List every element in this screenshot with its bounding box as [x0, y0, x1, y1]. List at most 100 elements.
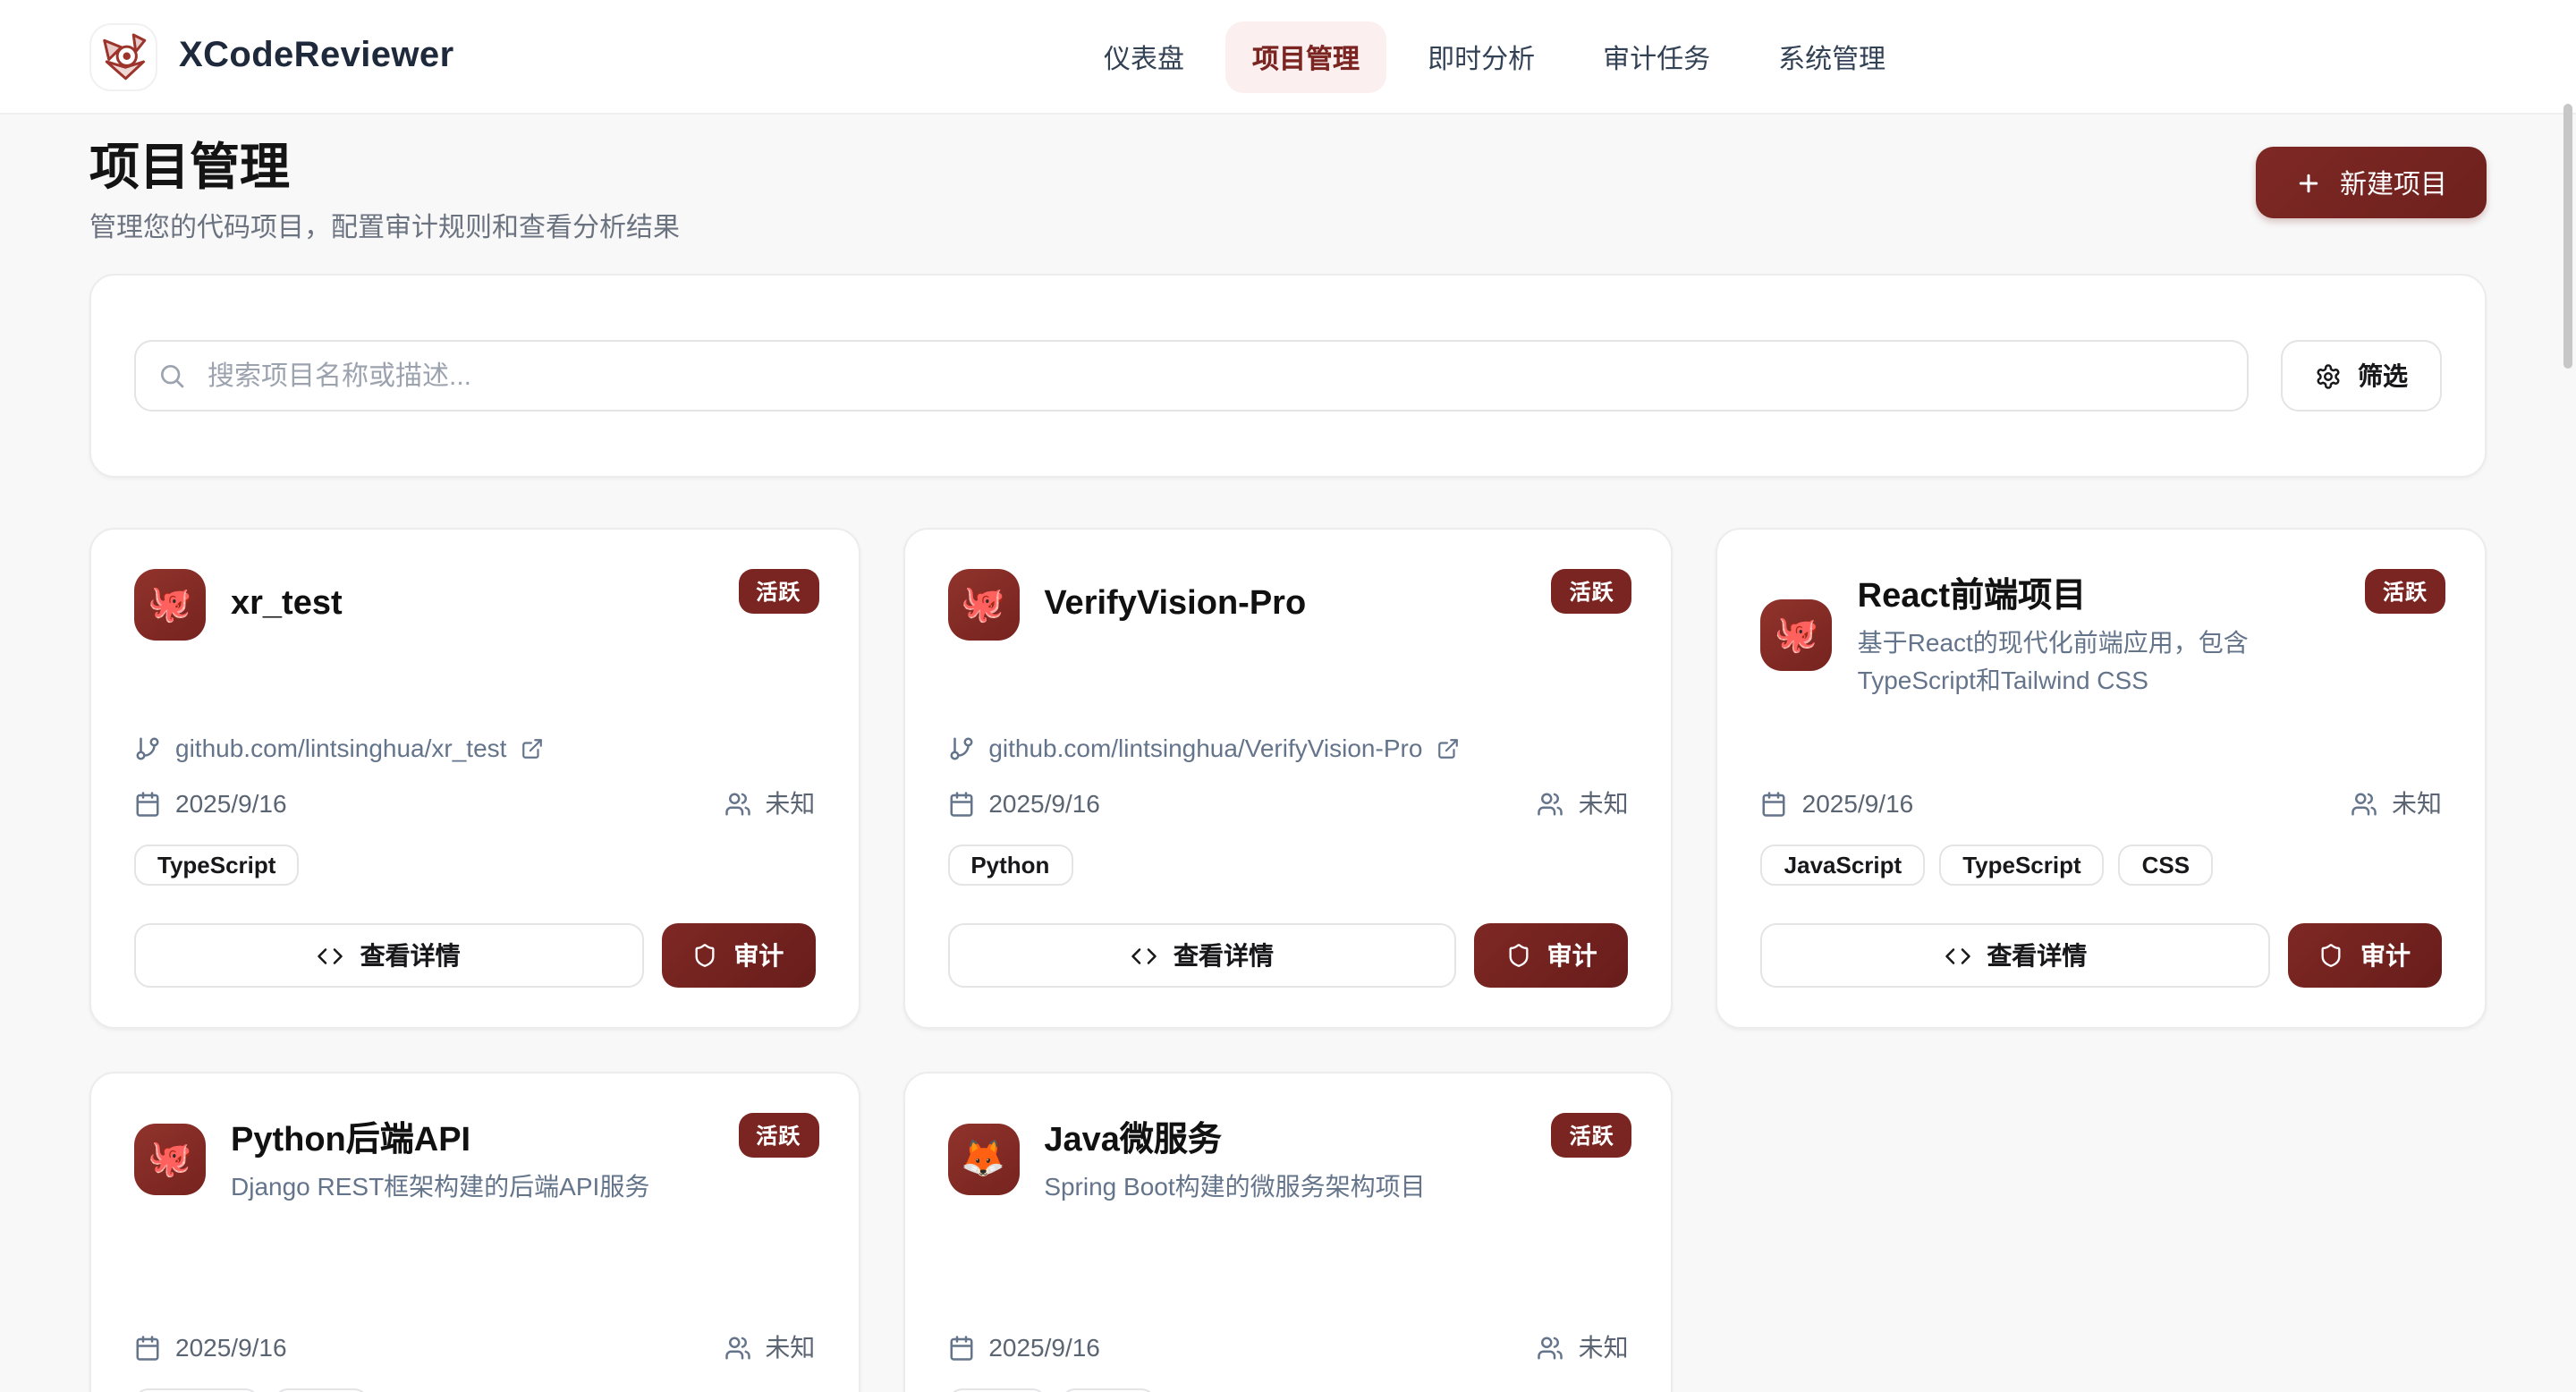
project-grid: 活跃 🐙 xr_test github.com/lintsinghua/xr_t… — [89, 528, 2487, 1392]
project-meta: 2025/9/16 未知 — [947, 1329, 1628, 1365]
language-tag: CSS — [2119, 845, 2213, 886]
project-meta: 2025/9/16 未知 — [134, 1329, 815, 1365]
project-meta: 2025/9/16 未知 — [134, 785, 815, 821]
status-badge: 活跃 — [1552, 1113, 1632, 1158]
sketch-fox-logo-icon — [97, 30, 150, 83]
status-badge: 活跃 — [1552, 569, 1632, 614]
external-link-icon — [521, 736, 544, 760]
tags-row: Java XML — [947, 1388, 1628, 1392]
project-title: VerifyVision-Pro — [1044, 585, 1306, 624]
project-date: 2025/9/16 — [175, 789, 287, 818]
calendar-icon — [134, 1334, 161, 1361]
users-icon — [1538, 1334, 1564, 1361]
language-tag: Python — [134, 1388, 259, 1392]
repo-link[interactable]: github.com/lintsinghua/VerifyVision-Pro — [947, 734, 1628, 762]
users-icon — [724, 1334, 750, 1361]
project-members: 未知 — [765, 1329, 815, 1365]
users-icon — [1538, 790, 1564, 817]
audit-button[interactable]: 审计 — [661, 923, 815, 988]
project-title: React前端项目 — [1858, 569, 2338, 617]
tags-row: JavaScript TypeScript CSS — [1761, 845, 2442, 886]
search-filter-panel: 筛选 — [89, 274, 2487, 478]
app-screen: XCodeReviewer 仪表盘 项目管理 即时分析 审计任务 系统管理 项目… — [0, 0, 2576, 1392]
code-icon — [318, 942, 344, 969]
git-branch-icon — [134, 734, 161, 761]
calendar-icon — [1761, 790, 1788, 817]
project-date: 2025/9/16 — [988, 1333, 1100, 1362]
status-badge: 活跃 — [2365, 569, 2445, 614]
project-description: Django REST框架构建的后端API服务 — [231, 1168, 649, 1206]
project-card-react-frontend: 活跃 🐙 React前端项目 基于React的现代化前端应用，包含TypeScr… — [1716, 528, 2487, 1029]
app-logo[interactable] — [89, 22, 157, 90]
project-avatar: 🐙 — [947, 569, 1019, 641]
project-card-java-microservice: 活跃 🦊 Java微服务 Spring Boot构建的微服务架构项目 2025/… — [902, 1072, 1673, 1392]
language-tag: TypeScript — [134, 845, 299, 886]
git-branch-icon — [947, 734, 974, 761]
status-badge: 活跃 — [738, 1113, 818, 1158]
gear-icon — [2315, 362, 2342, 389]
view-details-button[interactable]: 查看详情 — [134, 923, 643, 988]
project-description: Spring Boot构建的微服务架构项目 — [1044, 1168, 1425, 1206]
shield-icon — [1506, 943, 1531, 968]
language-tag: TypeScript — [1939, 845, 2104, 886]
project-members: 未知 — [2392, 785, 2442, 821]
project-meta: 2025/9/16 未知 — [947, 785, 1628, 821]
project-members: 未知 — [765, 785, 815, 821]
project-description: 基于React的现代化前端应用，包含TypeScript和Tailwind CS… — [1858, 624, 2338, 700]
language-tag: XML — [1060, 1388, 1156, 1392]
code-icon — [1944, 942, 1970, 969]
nav-item-projects[interactable]: 项目管理 — [1225, 21, 1386, 93]
external-link-icon — [1436, 736, 1460, 760]
shield-icon — [692, 943, 717, 968]
page-subtitle: 管理您的代码项目，配置审计规则和查看分析结果 — [89, 208, 680, 245]
project-members: 未知 — [1579, 785, 1629, 821]
project-meta: 2025/9/16 未知 — [1761, 785, 2442, 821]
calendar-icon — [947, 1334, 974, 1361]
users-icon — [2351, 790, 2377, 817]
empty-grid-cell — [1716, 1072, 2487, 1392]
view-details-button[interactable]: 查看详情 — [1761, 923, 2270, 988]
audit-button[interactable]: 审计 — [1475, 923, 1629, 988]
language-tag: SQL — [274, 1388, 368, 1392]
code-icon — [1131, 942, 1157, 969]
project-date: 2025/9/16 — [988, 789, 1100, 818]
tags-row: Python SQL — [134, 1388, 815, 1392]
main-nav: 仪表盘 项目管理 即时分析 审计任务 系统管理 — [1077, 0, 1912, 115]
nav-item-audit-tasks[interactable]: 审计任务 — [1576, 21, 1737, 93]
nav-item-instant-analysis[interactable]: 即时分析 — [1401, 21, 1562, 93]
page-title: 项目管理 — [89, 140, 680, 197]
nav-item-system-admin[interactable]: 系统管理 — [1751, 21, 1912, 93]
project-avatar: 🐙 — [1761, 598, 1833, 670]
nav-item-dashboard[interactable]: 仪表盘 — [1077, 21, 1211, 93]
view-details-button[interactable]: 查看详情 — [947, 923, 1456, 988]
language-tag: Python — [947, 845, 1072, 886]
project-title: Python后端API — [231, 1113, 649, 1161]
users-icon — [724, 790, 750, 817]
project-title: Java微服务 — [1044, 1113, 1425, 1161]
tags-row: TypeScript — [134, 845, 815, 886]
project-date: 2025/9/16 — [1802, 789, 1914, 818]
project-card-verifyvision-pro: 活跃 🐙 VerifyVision-Pro github.com/lintsin… — [902, 528, 1673, 1029]
page-header: 项目管理 管理您的代码项目，配置审计规则和查看分析结果 新建项目 — [89, 140, 2487, 245]
project-members: 未知 — [1579, 1329, 1629, 1365]
status-badge: 活跃 — [738, 569, 818, 614]
repo-link[interactable]: github.com/lintsinghua/xr_test — [134, 734, 815, 762]
calendar-icon — [134, 790, 161, 817]
project-avatar: 🦊 — [947, 1124, 1019, 1195]
audit-button[interactable]: 审计 — [2288, 923, 2442, 988]
project-card-xr-test: 活跃 🐙 xr_test github.com/lintsinghua/xr_t… — [89, 528, 860, 1029]
top-navbar: XCodeReviewer 仪表盘 项目管理 即时分析 审计任务 系统管理 — [0, 0, 2576, 115]
plus-icon — [2295, 169, 2322, 196]
calendar-icon — [947, 790, 974, 817]
filter-button[interactable]: 筛选 — [2281, 340, 2442, 412]
project-title: xr_test — [231, 585, 343, 624]
tags-row: Python — [947, 845, 1628, 886]
language-tag: Java — [947, 1388, 1046, 1392]
search-input[interactable] — [134, 340, 2249, 412]
language-tag: JavaScript — [1761, 845, 1926, 886]
project-card-python-backend: 活跃 🐙 Python后端API Django REST框架构建的后端API服务… — [89, 1072, 860, 1392]
new-project-button[interactable]: 新建项目 — [2256, 147, 2487, 218]
vertical-scrollbar-thumb[interactable] — [2563, 104, 2572, 369]
brand-name: XCodeReviewer — [179, 36, 454, 77]
project-avatar: 🐙 — [134, 1124, 206, 1195]
